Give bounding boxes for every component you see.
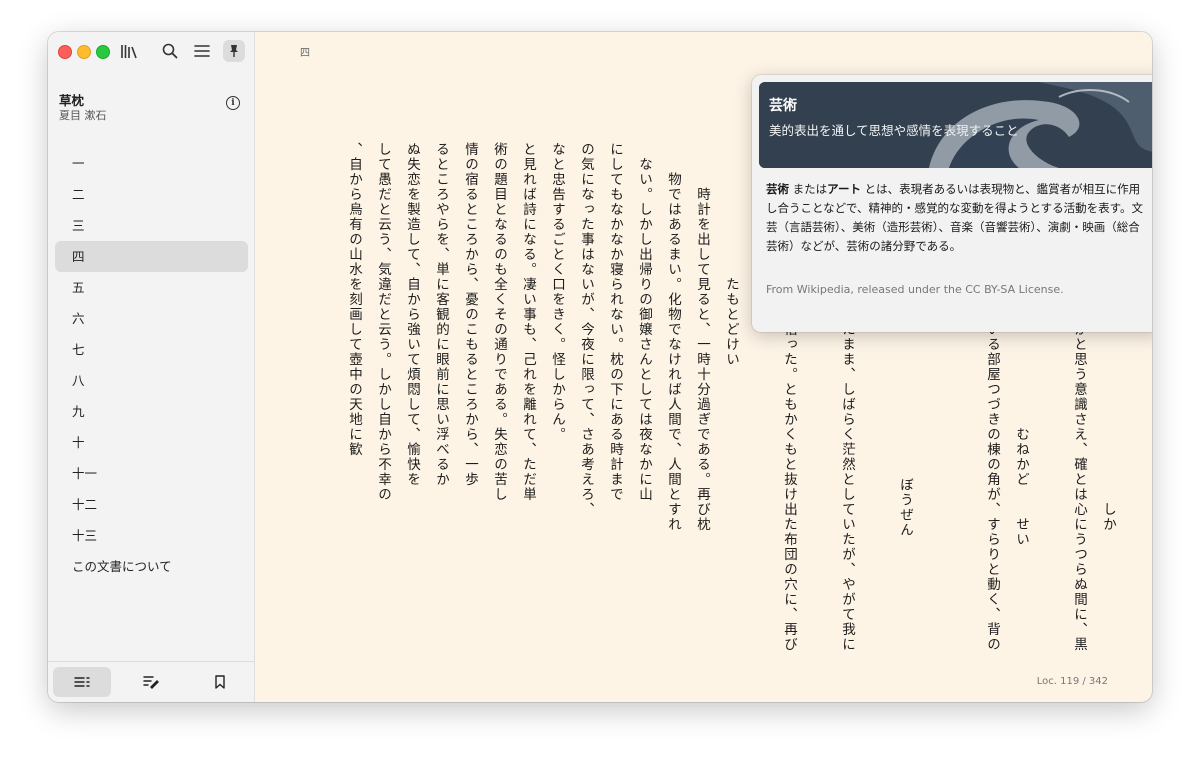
toc-icon[interactable] — [53, 667, 111, 697]
toc-item[interactable]: 六 — [55, 303, 248, 334]
annotations-icon[interactable] — [122, 667, 180, 697]
popover-hero-image: 芸術 美的表出を通して思想や感情を表現すること — [759, 82, 1152, 168]
toc-list: 一二三四五六七八九十十一 十二 十三 この文書について — [55, 148, 248, 582]
reader-pane: 四 もうろう かげぼうし しか朦 朧たる影 法 師がいた。あれかと思う意識さえ、… — [255, 32, 1152, 702]
text-line: たもとどけい — [723, 82, 739, 367]
text-line: ない。しかし出帰りの御嬢さんとしては夜なかに山 — [636, 82, 652, 502]
text-line: と見れば詩になる。凄い事も、己れを離れて、ただ単 — [520, 82, 536, 502]
book-author: 夏目 漱石 — [59, 109, 107, 122]
text-line: るところやらを、単に客観的に眼前に思い浮べるか — [433, 82, 449, 487]
hamburger-icon[interactable] — [191, 40, 213, 62]
term-art-katakana: アート — [827, 182, 861, 196]
text-line: 情の宿るところから、憂のこもるところから、一歩 — [462, 82, 478, 487]
text-line: の気になった事はないが、今夜に限って、さあ考えろ、 — [578, 82, 594, 517]
toc-item[interactable]: この文書について — [55, 551, 248, 582]
location-indicator: Loc. 119 / 342 — [1036, 676, 1108, 687]
popover-title: 芸術 — [769, 98, 797, 114]
popover-body: 芸術 またはアート とは、表現者あるいは表現物と、鑑賞者が相互に作用し合うことな… — [766, 180, 1151, 256]
toc-item[interactable]: 四 — [55, 241, 248, 272]
text-line: して愚だと云う、気違だと云う。しかし自から不幸の — [375, 82, 391, 502]
text-line: 時計を出して見ると、一時十分過ぎである。再び枕 — [694, 82, 710, 532]
toc-item[interactable]: 九 — [55, 396, 248, 427]
text-line: 、自から烏有の山水を刻画して壺中の天地に歓 — [346, 82, 362, 457]
text-line: る点において全く等しいと云わねばならぬ。この点に — [337, 82, 339, 662]
app-window: 草枕 夏目 漱石 i 一二三四五六七八九十十一十二十三この文書について 四 もう… — [48, 32, 1152, 702]
text-line: にしてもなかなか寝られない。枕の下にある時計まで — [607, 82, 623, 502]
toc-item[interactable]: 七 — [55, 334, 248, 365]
popover-subtitle: 美的表出を通して思想や感情を表現すること — [769, 123, 1019, 138]
toc-item[interactable]: 五 — [55, 272, 248, 303]
close-window-button[interactable] — [58, 45, 72, 59]
library-icon[interactable] — [118, 40, 140, 62]
toc-item[interactable]: 三 — [55, 210, 248, 241]
text-line: ぬ失恋を製造して、自から強いて煩悶して、愉快を — [404, 82, 420, 487]
sidebar: 草枕 夏目 漱石 i 一二三四五六七八九十十一 十二 十三 この文書について — [48, 32, 255, 702]
page-header: 四 — [300, 48, 310, 59]
info-icon[interactable]: i — [226, 96, 240, 110]
sidebar-footer — [48, 661, 254, 702]
toc-item[interactable]: 十一 — [55, 458, 248, 489]
popover-attribution[interactable]: From Wikipedia, released under the CC BY… — [766, 283, 1064, 296]
toc-item[interactable]: 一 — [55, 148, 248, 179]
wikipedia-popover: 芸術 美的表出を通して思想や感情を表現すること 芸術 またはアート とは、表現者… — [752, 75, 1152, 332]
toc-item[interactable]: 十 — [55, 427, 248, 458]
search-icon[interactable] — [159, 40, 181, 62]
text-line: 術の題目となるのも全くその通りである。失恋の苦し — [491, 82, 507, 502]
pin-icon[interactable] — [223, 40, 245, 62]
zoom-window-button[interactable] — [96, 45, 110, 59]
body-text: または — [789, 182, 828, 196]
toc-item[interactable]: 十二 — [55, 489, 248, 520]
text-line: なと忠告するごとく口をきく。怪しからん。 — [549, 82, 565, 442]
text-line: 物ではあるまい。化物でなければ人間で、人間とすれ — [665, 82, 681, 532]
toc-item[interactable]: 八 — [55, 365, 248, 396]
toc-item[interactable]: 十三 — [55, 520, 248, 551]
minimize-window-button[interactable] — [77, 45, 91, 59]
term-art: 芸術 — [766, 182, 789, 196]
toc-item[interactable]: 二 — [55, 179, 248, 210]
bookmark-icon[interactable] — [191, 667, 249, 697]
